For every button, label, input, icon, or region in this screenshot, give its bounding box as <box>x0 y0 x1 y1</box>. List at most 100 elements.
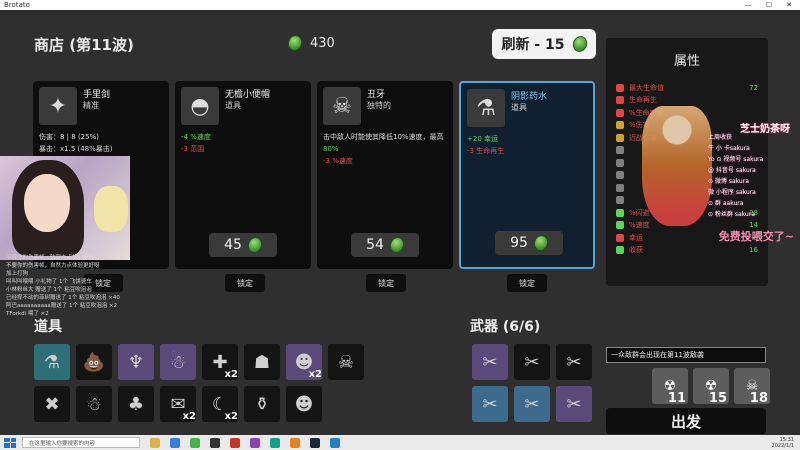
weapon-slot[interactable]: ✂ <box>514 386 550 422</box>
item-slot[interactable]: ⚗ <box>34 344 70 380</box>
lock-button[interactable]: 锁定 <box>507 274 547 292</box>
material-icon <box>531 233 551 253</box>
chat-icon[interactable] <box>270 437 280 448</box>
media-icon[interactable] <box>250 437 260 448</box>
browser-icon[interactable] <box>330 437 340 448</box>
wave-tooltip: 一众敌群会出现在第11波敌袭 <box>606 347 766 363</box>
item-slot[interactable]: ⚱ <box>244 386 280 422</box>
weapon-slot[interactable]: ✂ <box>556 386 592 422</box>
card-stat-line: -3 范围 <box>181 145 205 153</box>
folder-icon[interactable] <box>150 437 160 448</box>
chat-message: 不算你的伤害帧，防御力点体验更好 <box>6 255 95 261</box>
game-icon[interactable] <box>230 437 240 448</box>
scissors-icon: ✂ <box>482 393 498 415</box>
weapon-slot[interactable]: ✂ <box>514 344 550 380</box>
item-slot[interactable]: ✚ x2 <box>202 344 238 380</box>
chat-message: TForkdi 喂了 ×2 <box>6 311 49 317</box>
reroll-button[interactable]: 刷新 - 15 <box>492 29 596 59</box>
start-button[interactable] <box>4 437 16 448</box>
item-icon: ☠ <box>323 87 361 125</box>
steam-icon[interactable] <box>310 437 320 448</box>
enemy-count: 15 <box>708 391 727 406</box>
enemy-count: 11 <box>667 391 686 406</box>
item-slot[interactable]: 💩 <box>76 344 112 380</box>
edge-icon[interactable] <box>170 437 180 448</box>
card-stat-line: 击中敌人时能使其降低10%速度，最高 <box>323 133 444 141</box>
item-slot[interactable]: ♆ <box>118 344 154 380</box>
material-icon <box>570 34 589 54</box>
item-icon: 💩 <box>82 351 106 373</box>
item-icon: ⚱ <box>254 393 270 415</box>
weapons-title: 武器 (6/6) <box>470 319 541 335</box>
card-stat-line: -3 生命再生 <box>467 147 505 155</box>
materials-counter: 430 <box>285 33 335 53</box>
stat-label: 生命再生 <box>629 96 657 104</box>
shop-card[interactable]: ☠ 丑牙 独特的 击中敌人时能使其降低10%速度，最高 80% -3 %速度 54 <box>317 81 453 269</box>
item-slot[interactable]: ☠ <box>328 344 364 380</box>
chat-overlay: 不算你的伤害帧，防御力点体验更好 不要你的伤害帧，自然力点体验更好呀 加上打狗 叫叫叫… <box>6 254 130 318</box>
buy-button[interactable]: 95 <box>495 231 563 255</box>
minimize-button[interactable]: — <box>745 1 752 9</box>
lock-button[interactable]: 锁定 <box>225 274 265 292</box>
stats-title: 属性 <box>673 54 700 69</box>
anime-girl-image <box>642 106 712 226</box>
obs-icon[interactable] <box>290 437 300 448</box>
item-icon: ✖ <box>44 393 60 415</box>
weapon-slot[interactable]: ✂ <box>556 344 592 380</box>
item-slot[interactable]: ☃ <box>76 386 112 422</box>
material-icon <box>285 33 305 53</box>
item-quantity: x2 <box>182 411 196 422</box>
stat-icon <box>616 83 624 92</box>
shop-card[interactable]: ⚗ 阴影药水 道具 +20 幸运 -3 生命再生 95 <box>459 81 595 269</box>
buy-button[interactable]: 54 <box>351 233 419 257</box>
close-button[interactable]: ✕ <box>786 1 792 9</box>
item-icon: ⚗ <box>467 89 505 127</box>
chat-message: 不要你的伤害帧，自然力点体验更好呀 <box>6 263 100 269</box>
item-slot[interactable]: ☻ x2 <box>286 344 322 380</box>
item-slot[interactable]: ♣ <box>118 386 154 422</box>
card-stat-line: -3 %速度 <box>323 157 353 165</box>
buy-button[interactable]: 45 <box>209 233 277 257</box>
enemy-preview: ☠ 18 <box>734 368 770 406</box>
window-title: Brotato <box>4 1 30 9</box>
maximize-button[interactable]: ☐ <box>766 1 772 9</box>
overlay-line: @ 抖音号 sakura <box>708 167 756 174</box>
shop-card[interactable]: ◓ 无檐小便帽 道具 -4 %速度 -3 范围 45 <box>175 81 311 269</box>
app-icon[interactable] <box>210 437 220 448</box>
streamer-face <box>24 174 70 232</box>
chrome-icon[interactable] <box>190 437 200 448</box>
card-description: 击中敌人时能使其降低10%速度，最高 80% -3 %速度 <box>323 131 447 167</box>
item-slot[interactable]: ✉ x2 <box>160 386 196 422</box>
weapon-slot[interactable]: ✂ <box>472 344 508 380</box>
enemy-preview: ☢ 15 <box>693 368 729 406</box>
price-value: 95 <box>510 235 528 251</box>
chat-message: 阿巴aaaaaaaaaa赠送了 1个 粘豆吹泡泡 ×2 <box>6 303 118 309</box>
scissors-icon: ✂ <box>482 351 498 373</box>
item-slot[interactable]: ☗ <box>244 344 280 380</box>
enemy-count: 18 <box>749 391 768 406</box>
taskbar-clock: 15:31 2022/1/1 <box>771 436 794 449</box>
lock-button[interactable]: 锁定 <box>366 274 406 292</box>
item-slot[interactable]: ✖ <box>34 386 70 422</box>
card-description: -4 %速度 -3 范围 <box>181 131 305 155</box>
card-type: 道具 <box>511 103 527 112</box>
item-slot[interactable]: ☾ x2 <box>202 386 238 422</box>
chat-message: 加上打狗 <box>6 271 29 277</box>
item-icon: ☻ <box>294 393 314 415</box>
go-button[interactable]: 出发 <box>606 408 766 434</box>
reroll-label: 刷新 - 15 <box>501 37 565 53</box>
overlay-line: ⊙ 粉丝群 sakura <box>708 211 755 218</box>
taskbar-search[interactable]: 在这里输入你要搜索的内容 <box>22 437 140 448</box>
item-slot[interactable]: ☻ <box>286 386 322 422</box>
card-description: +20 幸运 -3 生命再生 <box>467 133 587 157</box>
item-icon: ☗ <box>253 351 271 373</box>
overlay-line: ⊙ 微博 sakura <box>708 178 749 185</box>
weapon-slot[interactable]: ✂ <box>472 386 508 422</box>
item-slot[interactable]: ☃ <box>160 344 196 380</box>
item-quantity: x2 <box>308 369 322 380</box>
stat-row: 生命再生 <box>616 95 758 106</box>
card-type: 独特的 <box>367 101 391 110</box>
overlay-line: Yo ⊙ 视频号 sakura <box>708 156 764 163</box>
stat-label: 最大生命值 <box>629 83 664 92</box>
stat-row: 收获 16 <box>616 245 758 256</box>
